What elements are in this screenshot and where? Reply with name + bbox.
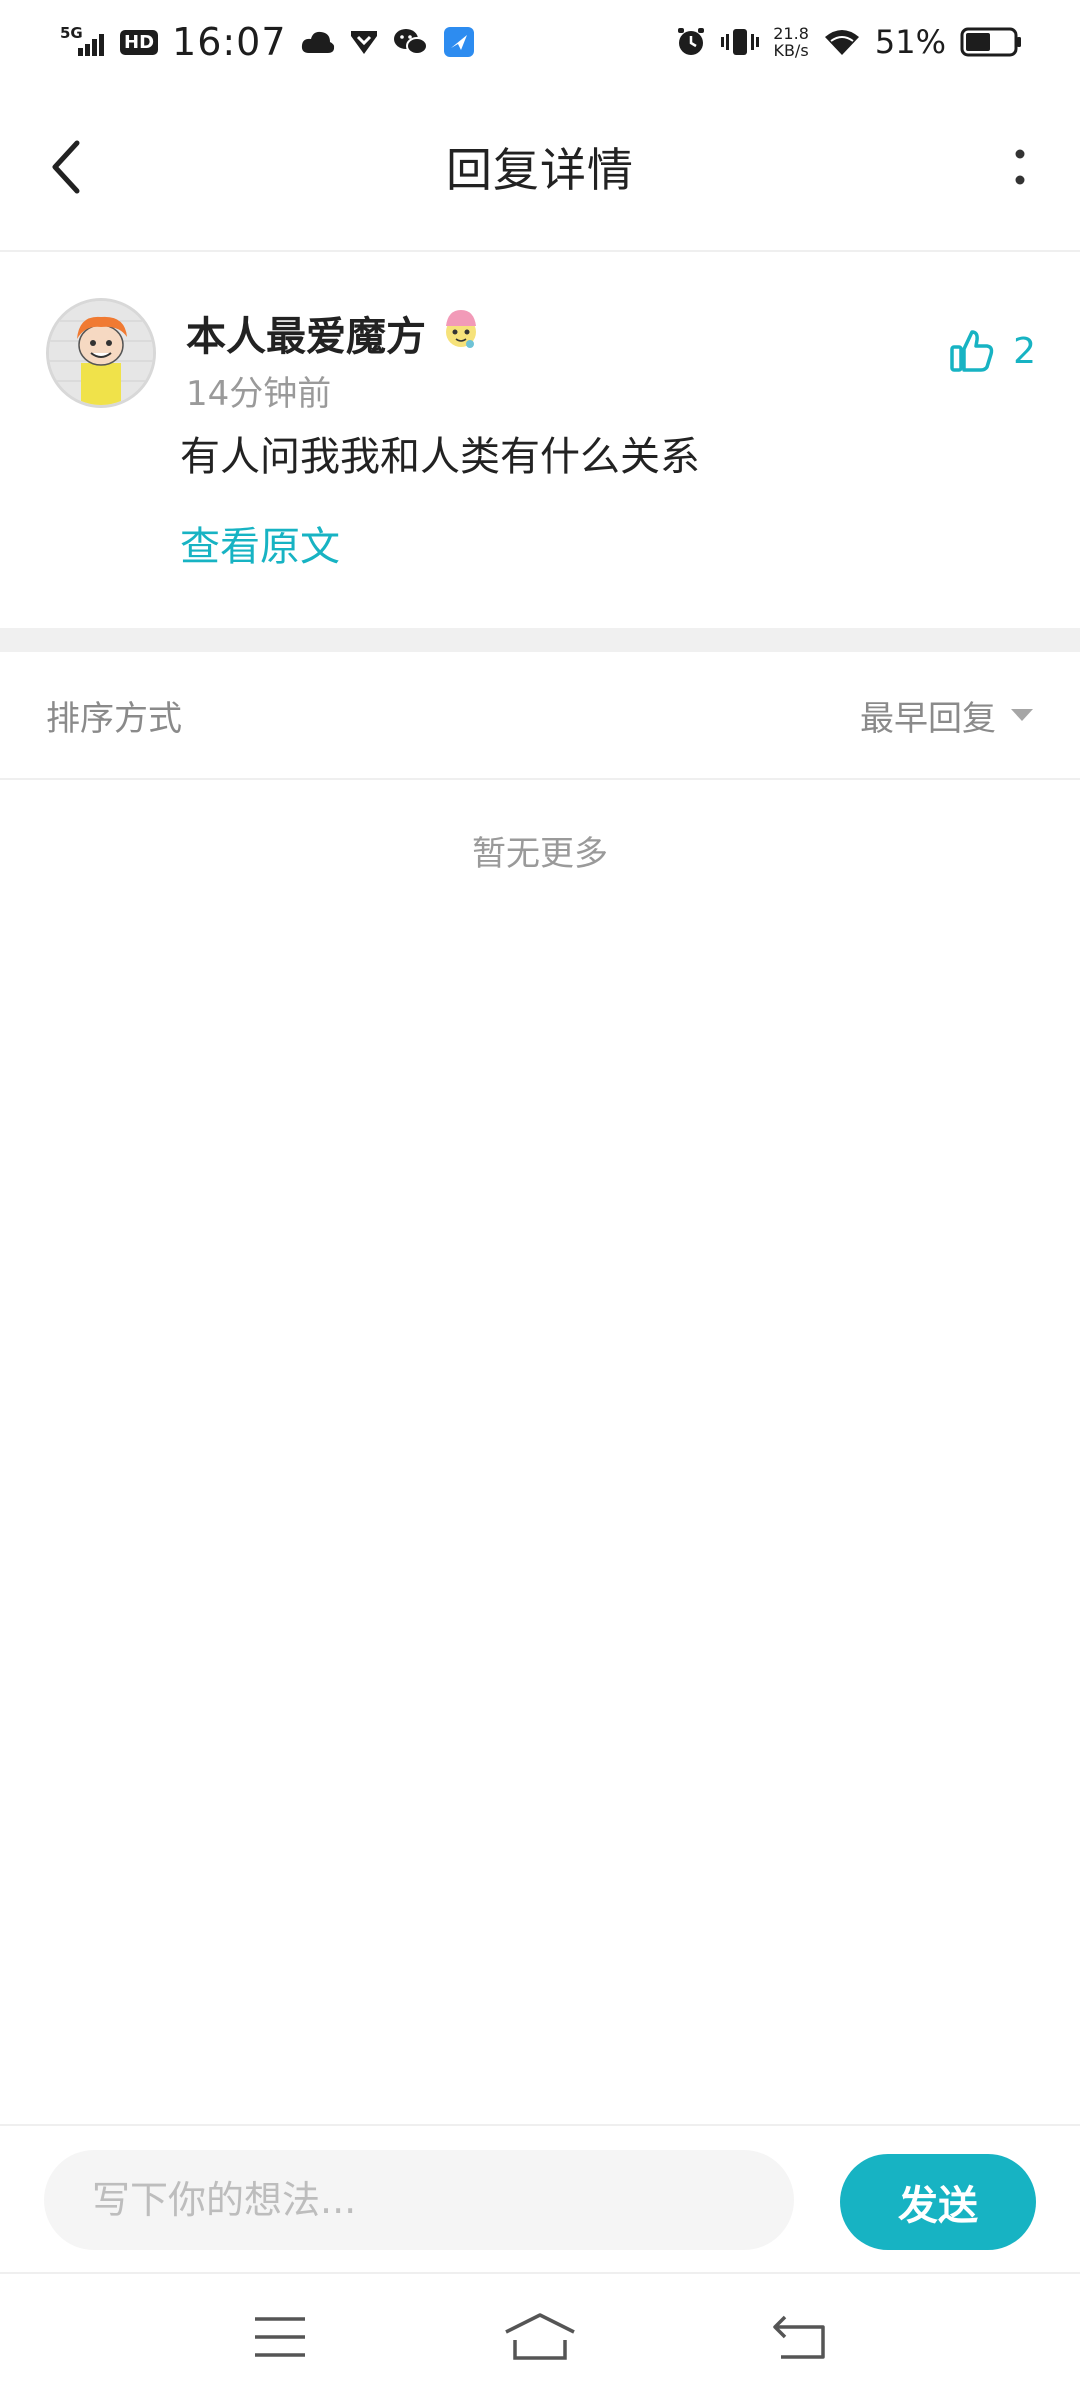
section-divider [0, 628, 1080, 652]
like-count: 2 [1013, 330, 1036, 372]
signal-icon: 5G [60, 24, 106, 60]
sort-bar: 排序方式 最早回复 [0, 652, 1080, 780]
sort-selected-value: 最早回复 [860, 698, 996, 739]
avatar[interactable] [46, 298, 156, 408]
sort-order-dropdown[interactable]: 最早回复 [860, 691, 1034, 740]
vibrate-icon [721, 27, 760, 57]
system-navigation-bar [0, 2274, 1080, 2400]
wifi-icon [823, 27, 861, 57]
empty-state-text: 暂无更多 [472, 834, 608, 874]
cloud-icon [301, 29, 335, 55]
author-badge-icon [440, 306, 482, 360]
home-nav-button[interactable] [490, 2297, 590, 2377]
heart-shield-icon [349, 28, 379, 56]
original-comment: 本人最爱魔方 14分钟前 有人问我我和人类有什么关系 查看原文 2 [0, 252, 1080, 630]
sort-label: 排序方式 [46, 698, 182, 739]
battery-icon [960, 26, 1022, 58]
status-bar: 5G HD 16:07 21.8 KB/s 51% [0, 0, 1080, 84]
comment-author[interactable]: 本人最爱魔方 [186, 304, 482, 362]
chevron-left-icon [52, 140, 80, 194]
more-vertical-icon [1015, 149, 1025, 185]
more-options-button[interactable] [990, 137, 1050, 197]
wechat-icon [393, 27, 429, 57]
title-bar: 回复详情 [0, 84, 1080, 252]
reply-input[interactable] [44, 2150, 794, 2250]
comment-text: 有人问我我和人类有什么关系 [180, 434, 700, 480]
author-name: 本人最爱魔方 [186, 314, 426, 360]
status-time: 16:07 [172, 20, 287, 64]
back-nav-button[interactable] [750, 2297, 850, 2377]
reply-detail-screen: 5G HD 16:07 21.8 KB/s 51% 回复详情 本人最爱魔方 14… [0, 0, 1080, 2400]
page-title: 回复详情 [446, 143, 634, 197]
network-speed-value: 21.8 [773, 24, 809, 43]
view-original-link[interactable]: 查看原文 [180, 514, 340, 572]
thumbs-up-icon [950, 330, 994, 372]
caret-down-icon [1011, 709, 1033, 721]
network-speed: 21.8 KB/s [773, 25, 809, 59]
app-notification-icon [443, 26, 475, 58]
hd-badge: HD [120, 29, 159, 55]
home-icon [505, 2313, 575, 2360]
alarm-icon [675, 26, 707, 58]
return-icon [773, 2315, 825, 2359]
menu-icon [255, 2317, 305, 2357]
svg-text:5G: 5G [60, 24, 83, 42]
send-button[interactable]: 发送 [840, 2154, 1036, 2250]
reply-composer: 发送 [0, 2124, 1080, 2274]
status-bar-left: 5G HD 16:07 [60, 20, 475, 64]
comment-time: 14分钟前 [186, 374, 332, 414]
network-speed-unit: KB/s [773, 41, 809, 60]
battery-percentage: 51% [874, 23, 946, 61]
back-button[interactable] [36, 137, 96, 197]
like-button[interactable]: 2 [949, 328, 1036, 374]
menu-nav-button[interactable] [230, 2297, 330, 2377]
status-bar-right: 21.8 KB/s 51% [675, 23, 1022, 61]
